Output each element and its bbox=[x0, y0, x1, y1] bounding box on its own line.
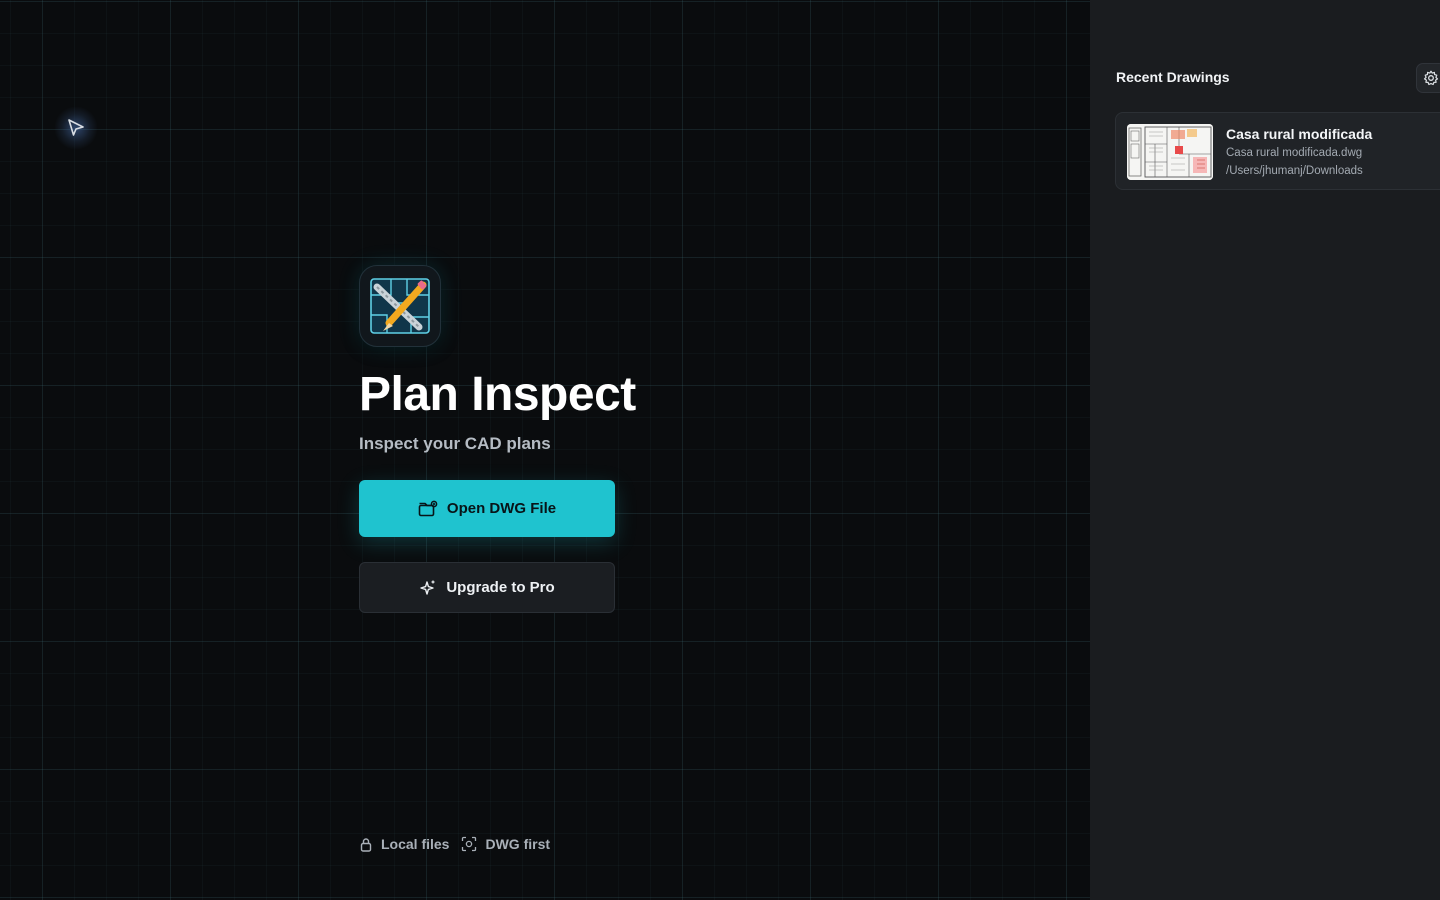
drawing-thumbnail bbox=[1127, 124, 1213, 180]
open-dwg-button[interactable]: Open DWG File bbox=[359, 480, 615, 537]
app-window: Plan Inspect Inspect your CAD plans Open… bbox=[0, 0, 1440, 900]
app-subtitle: Inspect your CAD plans bbox=[359, 433, 551, 453]
recent-drawings-sidebar: Recent Drawings Casa rural modificada Ca… bbox=[1090, 0, 1440, 900]
open-dwg-label: Open DWG File bbox=[446, 500, 557, 517]
cursor-pointer-icon bbox=[68, 119, 84, 136]
tag-label: DWG first bbox=[485, 836, 551, 852]
drawing-filename: Casa rural modificada.dwg bbox=[1226, 147, 1363, 159]
sidebar-title: Recent Drawings bbox=[1116, 69, 1230, 85]
welcome-canvas: Plan Inspect Inspect your CAD plans Open… bbox=[0, 0, 1090, 900]
settings-button[interactable] bbox=[1416, 63, 1440, 93]
scan-icon bbox=[462, 836, 477, 852]
app-title: Plan Inspect bbox=[359, 368, 636, 421]
drawing-path: /Users/jhumanj/Downloads bbox=[1226, 165, 1363, 177]
drawing-title: Casa rural modificada bbox=[1226, 126, 1373, 142]
folder-open-icon bbox=[418, 500, 438, 516]
app-logo-icon bbox=[359, 265, 441, 347]
tag-dwg-first: DWG first bbox=[461, 836, 550, 852]
lock-icon bbox=[360, 837, 372, 852]
gear-icon bbox=[1423, 70, 1439, 86]
upgrade-pro-label: Upgrade to Pro bbox=[446, 579, 555, 596]
tag-label: Local files bbox=[381, 836, 450, 852]
hero-section: Plan Inspect Inspect your CAD plans Open… bbox=[359, 265, 779, 613]
tag-local-files: Local files bbox=[359, 836, 449, 852]
sparkle-icon bbox=[420, 580, 435, 595]
recent-drawing-item[interactable]: Casa rural modificada Casa rural modific… bbox=[1115, 112, 1440, 190]
upgrade-pro-button[interactable]: Upgrade to Pro bbox=[359, 562, 615, 613]
feature-tags: Local files DWG first bbox=[359, 836, 550, 852]
